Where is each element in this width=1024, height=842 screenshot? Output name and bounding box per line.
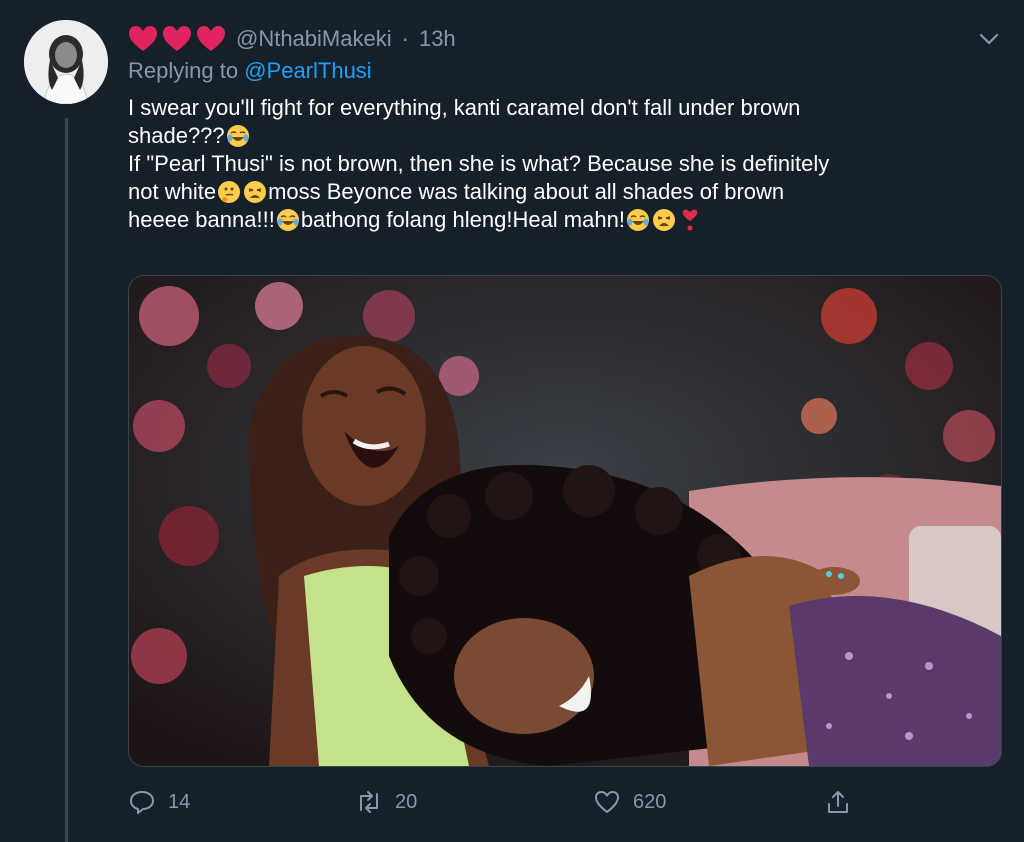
tweet-text-line: If "Pearl Thusi" is not brown, then she … — [128, 151, 830, 176]
heart-icon — [129, 26, 157, 51]
thinking-face-emoji-icon — [218, 181, 241, 203]
user-handle[interactable]: @NthabiMakeki — [236, 26, 392, 52]
tweet-action-bar: 14 20 620 — [128, 786, 868, 818]
tweet-text-line: heeee banna!!! — [128, 207, 275, 232]
tweet-media-image[interactable] — [128, 275, 1002, 767]
heart-icon — [197, 26, 225, 51]
tweet-text-line: moss Beyonce was talking about all shade… — [268, 179, 785, 204]
share-icon — [828, 791, 848, 813]
replying-to: Replying to @PearlThusi — [128, 58, 372, 84]
reply-count: 14 — [168, 790, 191, 813]
heart-icon — [163, 26, 191, 51]
tweet-timestamp[interactable]: 13h — [419, 26, 456, 52]
like-heart-icon — [595, 791, 619, 813]
reply-icon — [130, 791, 154, 814]
replying-to-mention[interactable]: @PearlThusi — [244, 58, 372, 83]
retweet-count: 20 — [395, 790, 418, 813]
chevron-down-icon[interactable] — [976, 26, 1002, 52]
avatar-photo — [24, 20, 108, 104]
share-button[interactable] — [824, 786, 852, 818]
tweet-text-line: shade??? — [128, 123, 225, 148]
tweet-text-line: I swear you'll fight for everything, kan… — [128, 95, 801, 120]
tears-of-joy-emoji-icon — [226, 125, 249, 147]
tweet-text-line: not white — [128, 179, 217, 204]
like-count: 620 — [633, 790, 667, 813]
weary-face-emoji-icon — [652, 209, 675, 231]
reply-button[interactable]: 14 — [128, 786, 190, 818]
tweet-text-line: bathong folang hleng!Heal mahn! — [300, 207, 625, 232]
avatar[interactable] — [24, 20, 108, 104]
replying-to-label: Replying to — [128, 58, 239, 83]
retweet-button[interactable]: 20 — [355, 786, 417, 818]
photo-of-two-women-laughing — [129, 276, 1001, 766]
heart-exclamation-icon — [682, 209, 698, 231]
tears-of-joy-emoji-icon — [626, 209, 649, 231]
weary-face-emoji-icon — [244, 181, 267, 203]
like-button[interactable]: 620 — [593, 786, 666, 818]
meta-separator: · — [401, 26, 409, 51]
tweet-text: I swear you'll fight for everything, kan… — [128, 94, 988, 234]
thread-connector-line — [65, 118, 68, 842]
display-name-hearts[interactable] — [128, 25, 226, 53]
tears-of-joy-emoji-icon — [276, 209, 299, 231]
retweet-icon — [360, 791, 378, 813]
tweet-header: @NthabiMakeki · 13h — [128, 22, 456, 56]
